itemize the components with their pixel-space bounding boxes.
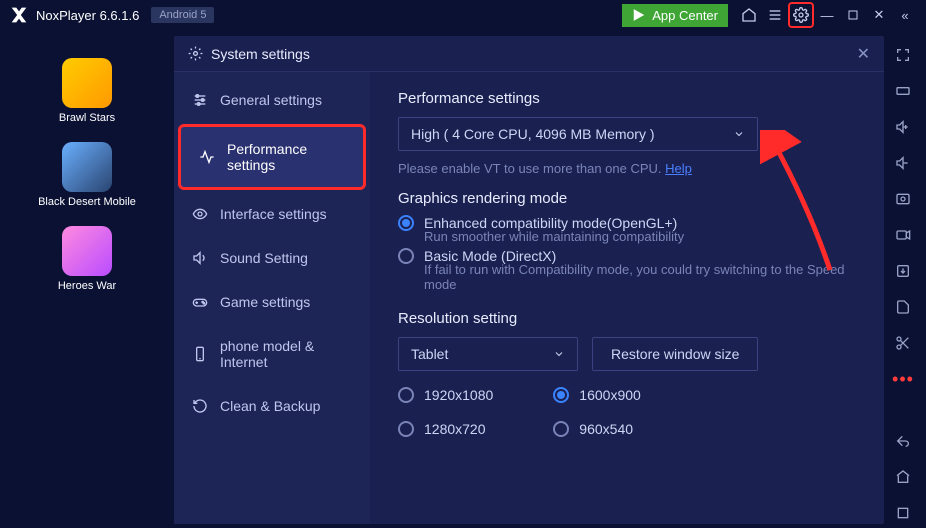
fullscreen-icon[interactable] xyxy=(892,44,914,66)
radio-icon xyxy=(553,387,569,403)
radio-icon xyxy=(398,215,414,231)
sliders-icon xyxy=(192,92,208,108)
nav-label: Clean & Backup xyxy=(220,398,320,414)
nav-label: Interface settings xyxy=(220,206,327,222)
app-tile-heroes-war[interactable]: Heroes War xyxy=(58,226,116,292)
dropdown-value: Tablet xyxy=(411,346,448,362)
app-icon xyxy=(62,58,112,108)
vt-hint: Please enable VT to use more than one CP… xyxy=(398,161,856,176)
android-badge[interactable]: Android 5 xyxy=(151,7,214,23)
pulse-icon xyxy=(199,149,215,165)
play-store-icon xyxy=(632,8,646,22)
system-settings-dialog: System settings ✕ General settings Perfo… xyxy=(174,36,884,524)
chevron-down-icon xyxy=(553,348,565,360)
home-nav-icon[interactable] xyxy=(892,466,914,488)
resolution-opt-1280[interactable]: 1280x720 xyxy=(398,421,493,437)
nav-label: Performance settings xyxy=(227,141,345,173)
settings-gear-icon[interactable] xyxy=(788,2,814,28)
collapse-icon[interactable]: « xyxy=(892,2,918,28)
app-tile-brawl-stars[interactable]: Brawl Stars xyxy=(59,58,115,124)
nav-label: General settings xyxy=(220,92,322,108)
resolution-opt-960[interactable]: 960x540 xyxy=(553,421,641,437)
refresh-icon xyxy=(192,398,208,414)
volume-down-icon[interactable] xyxy=(892,152,914,174)
nav-label: phone model & Internet xyxy=(220,338,352,370)
screenshot-icon[interactable] xyxy=(892,188,914,210)
maximize-icon[interactable] xyxy=(840,2,866,28)
radio-label: 1600x900 xyxy=(579,387,641,403)
app-icon xyxy=(62,226,112,276)
right-toolbar: ••• xyxy=(884,36,922,524)
chevron-down-icon xyxy=(733,128,745,140)
radio-icon xyxy=(398,421,414,437)
app-tile-black-desert[interactable]: Black Desert Mobile xyxy=(38,142,136,208)
radio-icon xyxy=(553,421,569,437)
performance-heading: Performance settings xyxy=(398,90,856,107)
nav-phone-internet[interactable]: phone model & Internet xyxy=(174,324,370,384)
app-label: Heroes War xyxy=(58,280,116,292)
close-icon[interactable]: ✕ xyxy=(866,2,892,28)
home-icon[interactable] xyxy=(736,2,762,28)
gear-icon xyxy=(188,46,203,61)
radio-label: 1920x1080 xyxy=(424,387,493,403)
graphics-opt1-sub: Run smoother while maintaining compatibi… xyxy=(424,229,856,244)
nav-interface-settings[interactable]: Interface settings xyxy=(174,192,370,236)
vt-help-link[interactable]: Help xyxy=(665,161,692,176)
settings-nav: General settings Performance settings In… xyxy=(174,72,370,524)
nav-clean-backup[interactable]: Clean & Backup xyxy=(174,384,370,428)
settings-content-panel: Performance settings High ( 4 Core CPU, … xyxy=(370,72,884,524)
settings-title: System settings xyxy=(211,46,310,62)
scissors-icon[interactable] xyxy=(892,332,914,354)
resolution-heading: Resolution setting xyxy=(398,310,856,327)
nav-general-settings[interactable]: General settings xyxy=(174,78,370,122)
graphics-heading: Graphics rendering mode xyxy=(398,190,856,207)
radio-label: 960x540 xyxy=(579,421,633,437)
resolution-opt-1600[interactable]: 1600x900 xyxy=(553,387,641,403)
nav-label: Game settings xyxy=(220,294,310,310)
app-center-label: App Center xyxy=(652,8,718,23)
radio-icon xyxy=(398,248,414,264)
graphics-opt2-sub: If fail to run with Compatibility mode, … xyxy=(424,262,856,292)
app-center-button[interactable]: App Center xyxy=(622,4,728,27)
dropdown-value: High ( 4 Core CPU, 4096 MB Memory ) xyxy=(411,126,655,142)
app-label: Black Desert Mobile xyxy=(38,196,136,208)
back-icon[interactable] xyxy=(892,430,914,452)
more-dots-icon[interactable]: ••• xyxy=(892,368,914,390)
app-label: Brawl Stars xyxy=(59,112,115,124)
eye-icon xyxy=(192,206,208,222)
titlebar: NoxPlayer 6.6.1.6 Android 5 App Center —… xyxy=(0,0,926,30)
nav-performance-settings[interactable]: Performance settings xyxy=(178,124,366,190)
performance-dropdown[interactable]: High ( 4 Core CPU, 4096 MB Memory ) xyxy=(398,117,758,151)
sound-icon xyxy=(192,250,208,266)
apk-install-icon[interactable] xyxy=(892,260,914,282)
settings-close-icon[interactable]: ✕ xyxy=(857,44,870,64)
nox-logo-icon xyxy=(8,4,30,26)
app-icon xyxy=(62,142,112,192)
volume-up-icon[interactable] xyxy=(892,116,914,138)
phone-icon xyxy=(192,346,208,362)
record-icon[interactable] xyxy=(892,224,914,246)
gamepad-icon xyxy=(192,294,208,310)
menu-icon[interactable] xyxy=(762,2,788,28)
resolution-dropdown[interactable]: Tablet xyxy=(398,337,578,371)
app-title: NoxPlayer 6.6.1.6 xyxy=(36,8,139,23)
restore-window-size-button[interactable]: Restore window size xyxy=(592,337,758,371)
nav-game-settings[interactable]: Game settings xyxy=(174,280,370,324)
radio-icon xyxy=(398,387,414,403)
recents-icon[interactable] xyxy=(892,502,914,524)
app-shortcut-column: Brawl Stars Black Desert Mobile Heroes W… xyxy=(0,30,174,528)
minimize-icon[interactable]: — xyxy=(814,2,840,28)
settings-dialog-header: System settings ✕ xyxy=(174,36,884,72)
nav-sound-setting[interactable]: Sound Setting xyxy=(174,236,370,280)
keyboard-icon[interactable] xyxy=(892,80,914,102)
nav-label: Sound Setting xyxy=(220,250,308,266)
resolution-opt-1920[interactable]: 1920x1080 xyxy=(398,387,493,403)
file-manager-icon[interactable] xyxy=(892,296,914,318)
radio-label: 1280x720 xyxy=(424,421,486,437)
